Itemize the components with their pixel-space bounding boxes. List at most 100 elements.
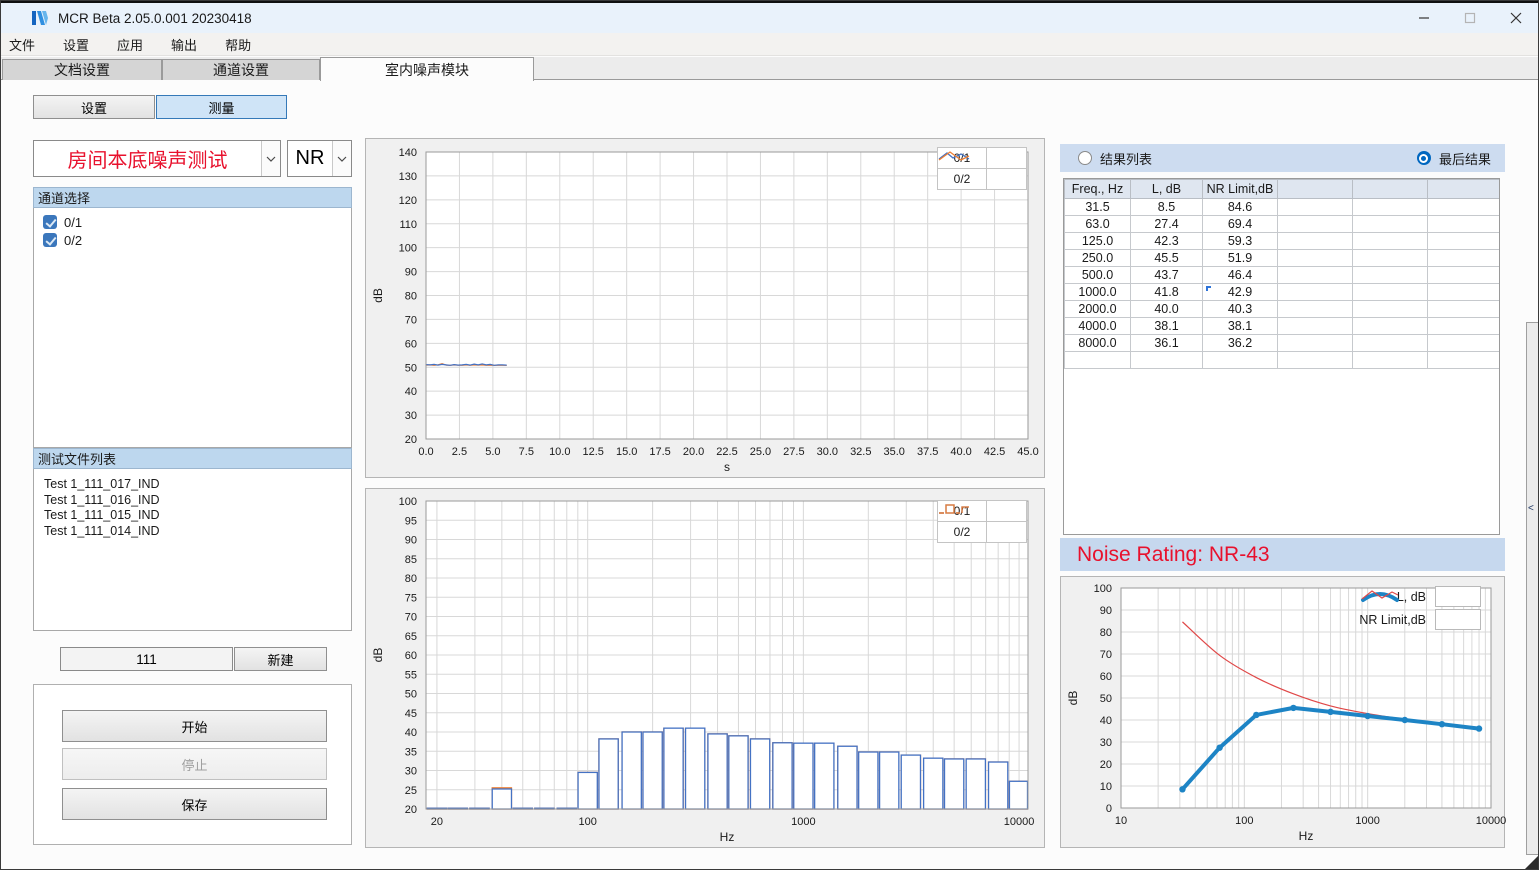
table-row[interactable]: 63.027.469.4 bbox=[1065, 216, 1501, 233]
table-row[interactable]: 1000.041.842.9 bbox=[1065, 284, 1501, 301]
table-cell: 40.0 bbox=[1131, 301, 1203, 318]
svg-text:100: 100 bbox=[399, 243, 417, 255]
list-item[interactable]: Test 1_111_014_IND bbox=[34, 524, 351, 540]
new-button[interactable]: 新建 bbox=[234, 647, 327, 671]
time-chart-canvas: 0.02.55.07.510.012.515.017.520.022.525.0… bbox=[366, 139, 1046, 479]
svg-text:12.5: 12.5 bbox=[583, 446, 604, 458]
table-cell bbox=[1428, 199, 1501, 216]
rating-type-dropdown[interactable]: NR bbox=[287, 140, 352, 177]
svg-text:10.0: 10.0 bbox=[549, 446, 570, 458]
table-cell: 41.8 bbox=[1131, 284, 1203, 301]
time-chart-legend: 0/1 0/2 bbox=[937, 148, 1027, 190]
checkbox-checked-icon[interactable] bbox=[43, 233, 57, 247]
tab-document-settings[interactable]: 文档设置 bbox=[2, 59, 162, 80]
table-row[interactable]: 500.043.746.4 bbox=[1065, 267, 1501, 284]
table-cell: 36.1 bbox=[1131, 335, 1203, 352]
level-time-chart: 0/1 0/2 0.02.55.07.510.012.515.017.520.0… bbox=[365, 138, 1045, 478]
svg-text:70: 70 bbox=[405, 314, 417, 326]
list-item[interactable]: Test 1_111_015_IND bbox=[34, 508, 351, 524]
col-freq: Freq., Hz bbox=[1065, 180, 1131, 199]
noise-rating-text: Noise Rating: NR-43 bbox=[1060, 543, 1270, 567]
maximize-button[interactable] bbox=[1447, 3, 1493, 33]
radio-result-list-label[interactable]: 结果列表 bbox=[1100, 149, 1152, 168]
checkbox-checked-icon[interactable] bbox=[43, 215, 57, 229]
stop-button[interactable]: 停止 bbox=[62, 748, 327, 780]
tab-channel-settings[interactable]: 通道设置 bbox=[162, 59, 320, 80]
radio-result-list[interactable] bbox=[1078, 151, 1092, 165]
table-row[interactable]: 125.042.359.3 bbox=[1065, 233, 1501, 250]
cell-focus-mark bbox=[1206, 286, 1211, 291]
table-cell: 63.0 bbox=[1065, 216, 1131, 233]
subtab-settings[interactable]: 设置 bbox=[33, 95, 155, 119]
line-series-blue-icon bbox=[987, 147, 1027, 169]
table-row[interactable]: 250.045.551.9 bbox=[1065, 250, 1501, 267]
svg-text:100: 100 bbox=[1094, 583, 1112, 595]
subtab-measure[interactable]: 测量 bbox=[156, 95, 287, 119]
menu-output[interactable]: 输出 bbox=[157, 33, 211, 55]
table-cell bbox=[1278, 284, 1353, 301]
svg-text:130: 130 bbox=[399, 171, 417, 183]
menu-file[interactable]: 文件 bbox=[0, 33, 49, 55]
table-cell: 43.7 bbox=[1131, 267, 1203, 284]
col-empty bbox=[1278, 180, 1353, 199]
table-cell bbox=[1353, 233, 1428, 250]
menu-help[interactable]: 帮助 bbox=[211, 33, 265, 55]
svg-text:10000: 10000 bbox=[1004, 816, 1035, 828]
minimize-button[interactable] bbox=[1401, 3, 1447, 33]
channel-item[interactable]: 0/2 bbox=[34, 231, 351, 249]
menu-settings[interactable]: 设置 bbox=[49, 33, 103, 55]
save-button[interactable]: 保存 bbox=[62, 788, 327, 820]
test-type-dropdown[interactable]: 房间本底噪声测试 bbox=[33, 140, 281, 177]
table-cell: 38.1 bbox=[1203, 318, 1278, 335]
panel-collapse-strip[interactable]: < bbox=[1526, 322, 1539, 855]
table-cell: 46.4 bbox=[1203, 267, 1278, 284]
table-cell: 500.0 bbox=[1065, 267, 1131, 284]
table-cell bbox=[1353, 335, 1428, 352]
svg-text:95: 95 bbox=[405, 515, 417, 527]
svg-text:90: 90 bbox=[405, 535, 417, 547]
table-row[interactable]: 31.58.584.6 bbox=[1065, 199, 1501, 216]
nr-chart: L, dB NR Limit,dB 1010010001000001020304… bbox=[1060, 576, 1505, 848]
radio-last-result[interactable] bbox=[1417, 151, 1431, 165]
file-list-header: 测试文件列表 bbox=[33, 448, 352, 469]
bar-series-orange-icon bbox=[987, 521, 1027, 543]
main-tabstrip: 文档设置 通道设置 室内噪声模块 bbox=[0, 57, 1539, 80]
svg-text:120: 120 bbox=[399, 195, 417, 207]
table-cell bbox=[1353, 318, 1428, 335]
svg-text:85: 85 bbox=[405, 554, 417, 566]
chevron-down-icon[interactable] bbox=[332, 141, 351, 176]
close-button[interactable] bbox=[1493, 3, 1539, 33]
tab-indoor-noise-module[interactable]: 室内噪声模块 bbox=[320, 57, 534, 81]
table-cell bbox=[1278, 199, 1353, 216]
resize-grip[interactable] bbox=[1525, 856, 1538, 869]
col-empty bbox=[1353, 180, 1428, 199]
list-item[interactable]: Test 1_111_017_IND bbox=[34, 477, 351, 493]
svg-text:110: 110 bbox=[399, 219, 417, 231]
table-cell: 59.3 bbox=[1203, 233, 1278, 250]
table-cell: 36.2 bbox=[1203, 335, 1278, 352]
start-button[interactable]: 开始 bbox=[62, 710, 327, 742]
channel-item[interactable]: 0/1 bbox=[34, 213, 351, 231]
table-cell bbox=[1353, 216, 1428, 233]
window-top-edge bbox=[0, 0, 1539, 3]
window-controls bbox=[1401, 3, 1539, 33]
menu-apply[interactable]: 应用 bbox=[103, 33, 157, 55]
svg-text:40: 40 bbox=[405, 386, 417, 398]
chevron-down-icon[interactable] bbox=[261, 141, 280, 176]
svg-text:s: s bbox=[724, 460, 730, 474]
table-cell bbox=[1428, 250, 1501, 267]
table-row[interactable]: 8000.036.136.2 bbox=[1065, 335, 1501, 352]
radio-last-result-label[interactable]: 最后结果 bbox=[1439, 149, 1491, 168]
close-icon bbox=[1510, 12, 1522, 24]
table-cell bbox=[1353, 267, 1428, 284]
list-item[interactable]: Test 1_111_016_IND bbox=[34, 493, 351, 509]
channel-select-header: 通道选择 bbox=[33, 187, 352, 208]
svg-text:20.0: 20.0 bbox=[683, 446, 704, 458]
table-row[interactable]: 4000.038.138.1 bbox=[1065, 318, 1501, 335]
table-cell: 31.5 bbox=[1065, 199, 1131, 216]
table-row[interactable]: 2000.040.040.3 bbox=[1065, 301, 1501, 318]
session-name-input[interactable] bbox=[60, 647, 233, 671]
svg-text:1000: 1000 bbox=[791, 816, 815, 828]
svg-text:10: 10 bbox=[1115, 815, 1127, 827]
table-cell: 40.3 bbox=[1203, 301, 1278, 318]
